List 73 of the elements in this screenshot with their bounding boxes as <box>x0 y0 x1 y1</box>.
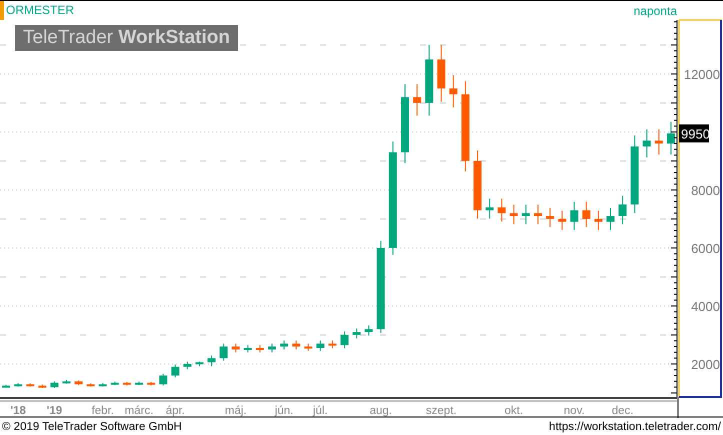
candle <box>122 381 131 386</box>
candle <box>280 340 288 350</box>
x-axis-label: márc. <box>124 405 154 417</box>
candle <box>14 382 22 388</box>
copyright-text: © 2019 TeleTrader Software GmbH <box>2 420 182 432</box>
y-axis-label: 12000 <box>684 66 720 82</box>
candle <box>546 207 554 228</box>
candle <box>522 204 530 225</box>
candle <box>171 364 180 378</box>
candle <box>328 340 336 349</box>
y-axis-label: 4000 <box>691 298 720 314</box>
x-axis-label: '18 <box>10 405 26 417</box>
last-price-label: 9950 <box>679 124 710 142</box>
candle <box>570 201 578 230</box>
y-axis-label: 6000 <box>691 240 720 256</box>
x-axis-label: máj. <box>224 405 247 417</box>
candle <box>50 380 58 388</box>
y-axis-label: 2000 <box>691 356 720 372</box>
candle <box>618 195 627 225</box>
candle <box>364 324 373 336</box>
logo: TeleTrader WorkStation <box>15 25 238 51</box>
candle <box>606 207 614 230</box>
x-axis-label: szept. <box>426 405 457 417</box>
candle <box>86 382 95 388</box>
candle <box>159 373 168 386</box>
candle <box>183 361 192 370</box>
candle <box>2 384 10 388</box>
candle <box>74 380 83 386</box>
x-axis-label: febr. <box>92 405 114 417</box>
x-axis-label: okt. <box>504 405 524 417</box>
x-axis-label: nov. <box>564 405 585 417</box>
x-axis-label: júl. <box>313 405 328 417</box>
candle <box>413 84 422 116</box>
instrument-name: ORMESTER <box>0 1 74 20</box>
candle <box>437 44 446 102</box>
candle <box>582 201 590 228</box>
candle <box>208 355 216 367</box>
candle <box>474 150 482 220</box>
candle <box>244 344 252 353</box>
candle <box>135 381 144 386</box>
x-axis-label: ápr. <box>166 405 185 417</box>
candle <box>654 128 663 156</box>
candle <box>195 361 204 367</box>
x-axis-label: aug. <box>370 405 392 417</box>
candle <box>26 382 34 388</box>
candle <box>594 210 602 230</box>
candle <box>510 204 518 225</box>
candle <box>534 204 542 225</box>
candle <box>558 210 566 230</box>
x-axis-label: jún. <box>274 405 294 417</box>
candle <box>642 128 651 158</box>
candle <box>292 340 300 350</box>
candle <box>147 381 156 386</box>
candle <box>98 382 107 388</box>
candle <box>268 343 276 353</box>
candle <box>304 343 312 352</box>
x-axis-label: '19 <box>46 405 62 417</box>
candle <box>449 74 458 108</box>
candle <box>340 330 349 349</box>
candle <box>256 344 264 353</box>
candle <box>38 384 46 388</box>
candle <box>110 381 119 386</box>
candle <box>352 328 361 339</box>
candle <box>498 198 506 222</box>
candle <box>486 198 494 220</box>
website-link[interactable]: https://workstation.teletrader.com/ <box>549 420 721 432</box>
candle <box>316 340 324 352</box>
y-axis-label: 8000 <box>691 182 720 198</box>
interval-label: naponta <box>634 4 677 18</box>
x-axis-label: dec. <box>612 405 634 417</box>
candle <box>232 343 240 353</box>
candle <box>666 121 675 156</box>
candle <box>220 343 228 362</box>
